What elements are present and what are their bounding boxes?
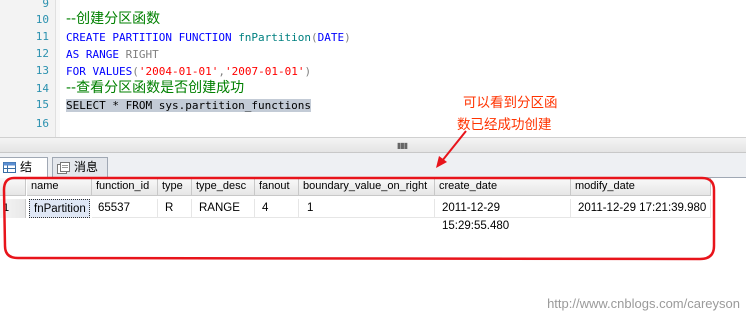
- cell-type[interactable]: R: [158, 199, 192, 218]
- punctuation: (: [311, 31, 318, 44]
- line-number: 15: [35, 98, 49, 111]
- column-header-function-id[interactable]: function_id: [92, 178, 158, 196]
- column-header-type[interactable]: type: [158, 178, 192, 196]
- cell-boundary-value-on-right[interactable]: 1: [299, 199, 435, 218]
- row-number[interactable]: 1: [0, 199, 26, 218]
- line-number: 16: [35, 117, 49, 130]
- string-literal: '2007-01-01': [224, 65, 305, 78]
- cell-create-date[interactable]: 2011-12-29 15:29:55.480: [435, 199, 571, 232]
- cell-fanout[interactable]: 4: [255, 199, 299, 218]
- code-line-create: CREATE PARTITION FUNCTION fnPartition(DA…: [66, 30, 351, 46]
- sql-editor[interactable]: 9 10 11 12 13 14 15 16 --创建分区函数 CREATE P…: [0, 0, 746, 137]
- grid-icon: [3, 162, 16, 173]
- results-grid[interactable]: name function_id type type_desc fanout b…: [0, 178, 746, 315]
- annotation-text-line-1: 可以看到分区函: [463, 95, 558, 111]
- change-margin: [56, 0, 60, 137]
- results-tab-bar: 结果 消息: [0, 153, 746, 193]
- tab-results[interactable]: 结果: [0, 157, 48, 193]
- code-line-select: SELECT * FROM sys.partition_functions: [66, 98, 312, 114]
- keyword: CREATE PARTITION FUNCTION: [66, 31, 239, 44]
- punctuation: ,: [218, 65, 225, 78]
- function-name: fnPartition: [238, 31, 312, 44]
- line-number: 12: [35, 47, 49, 60]
- tab-messages-label: 消息: [74, 160, 99, 174]
- cell-type-desc[interactable]: RANGE: [192, 199, 255, 218]
- punctuation: ): [344, 31, 351, 44]
- column-header-type-desc[interactable]: type_desc: [192, 178, 255, 196]
- data-type: DATE: [317, 31, 345, 44]
- watermark: http://www.cnblogs.com/careyson: [547, 296, 740, 311]
- column-header-fanout[interactable]: fanout: [255, 178, 299, 196]
- column-header-modify-date[interactable]: modify_date: [571, 178, 711, 196]
- keyword-right: RIGHT: [125, 48, 159, 61]
- column-header-boundary-value-on-right[interactable]: boundary_value_on_right: [299, 178, 435, 196]
- keyword: FOR VALUES: [66, 65, 133, 78]
- punctuation: (: [132, 65, 139, 78]
- cell-modify-date[interactable]: 2011-12-29 17:21:39.980: [571, 199, 711, 218]
- code-line-range: AS RANGE RIGHT: [66, 47, 159, 63]
- messages-icon: [57, 161, 70, 174]
- horizontal-scrollbar[interactable]: ▮▮▮: [0, 137, 746, 153]
- line-number: 10: [35, 13, 49, 26]
- keyword: AS RANGE: [66, 48, 126, 61]
- string-literal: '2004-01-01': [138, 65, 219, 78]
- selected-text: SELECT * FROM sys.partition_functions: [66, 99, 312, 112]
- tab-messages[interactable]: 消息: [52, 157, 108, 177]
- cell-function-id[interactable]: 65537: [92, 199, 158, 218]
- line-number: 9: [42, 0, 49, 10]
- line-number: 13: [35, 64, 49, 77]
- code-line-comment: --查看分区函数是否创建成功: [66, 80, 245, 96]
- punctuation: ): [304, 65, 312, 78]
- annotation-text-line-2: 数已经成功创建: [457, 117, 552, 133]
- code-line-comment: --创建分区函数: [66, 11, 161, 27]
- line-number: 14: [35, 82, 49, 95]
- line-number-gutter: 9 10 11 12 13 14 15 16: [0, 0, 56, 137]
- line-number: 11: [35, 30, 49, 43]
- scrollbar-grip-icon[interactable]: ▮▮▮: [397, 141, 408, 150]
- cell-name[interactable]: fnPartition: [29, 199, 90, 218]
- column-header-name[interactable]: name: [27, 178, 92, 196]
- grid-corner[interactable]: [0, 178, 26, 196]
- column-header-create-date[interactable]: create_date: [435, 178, 571, 196]
- code-line-values: FOR VALUES('2004-01-01','2007-01-01'): [66, 64, 311, 80]
